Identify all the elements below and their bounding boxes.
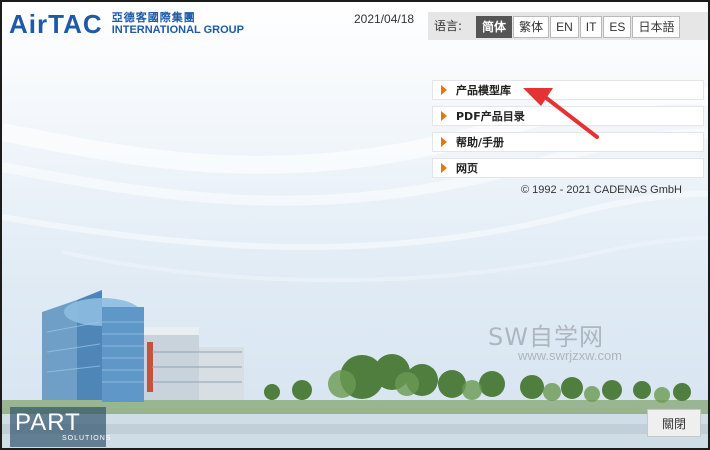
close-button[interactable]: 關閉 (647, 409, 701, 437)
lang-button-traditional[interactable]: 繁体 (513, 16, 550, 38)
part-logo-subtext: SOLUTIONS (62, 435, 112, 442)
airtac-logo: AirTAC 亞德客國際集團 INTERNATIONAL GROUP (9, 11, 244, 37)
lang-button-simplified[interactable]: 简体 (476, 16, 513, 38)
watermark-url: www.swrjzxw.com (518, 348, 623, 363)
red-arrow-icon (523, 88, 599, 139)
watermark: SW自学网 www.swrjzxw.com (488, 317, 622, 363)
part-logo-text: PART (15, 409, 81, 436)
language-bar: 语言: 简体 繁体 EN IT ES 日本語 (428, 12, 708, 40)
watermark-title: SW自学网 (488, 323, 604, 351)
menu-item-label: PDF产品目录 (456, 110, 525, 123)
logo-english-name: INTERNATIONAL GROUP (111, 24, 244, 36)
lang-button-es[interactable]: ES (603, 16, 632, 38)
language-label: 语言: (434, 19, 463, 33)
menu-item-label: 帮助/手册 (456, 136, 505, 149)
triangle-right-icon (441, 163, 447, 173)
menu-item-label: 网页 (456, 162, 478, 175)
triangle-right-icon (441, 111, 447, 121)
part-solutions-logo: PART SOLUTIONS (10, 407, 110, 447)
logo-mark: AirTAC (9, 9, 103, 39)
menu-item-label: 产品模型库 (456, 84, 511, 97)
date-label: 2021/04/18 (354, 12, 415, 26)
logo-chinese-name: 亞德客國際集團 (111, 11, 196, 24)
logo-text: 亞德客國際集團 INTERNATIONAL GROUP (111, 11, 244, 37)
menu-item-webpage[interactable]: 网页 (432, 158, 704, 178)
app-window: AirTAC 亞德客國際集團 INTERNATIONAL GROUP 2021/… (0, 0, 710, 450)
lang-button-it[interactable]: IT (579, 16, 603, 38)
lang-button-en[interactable]: EN (550, 16, 579, 38)
lang-button-ja[interactable]: 日本語 (632, 16, 681, 38)
triangle-right-icon (441, 85, 447, 95)
copyright-text: © 1992 - 2021 CADENAS GmbH (521, 184, 682, 196)
triangle-right-icon (441, 137, 447, 147)
